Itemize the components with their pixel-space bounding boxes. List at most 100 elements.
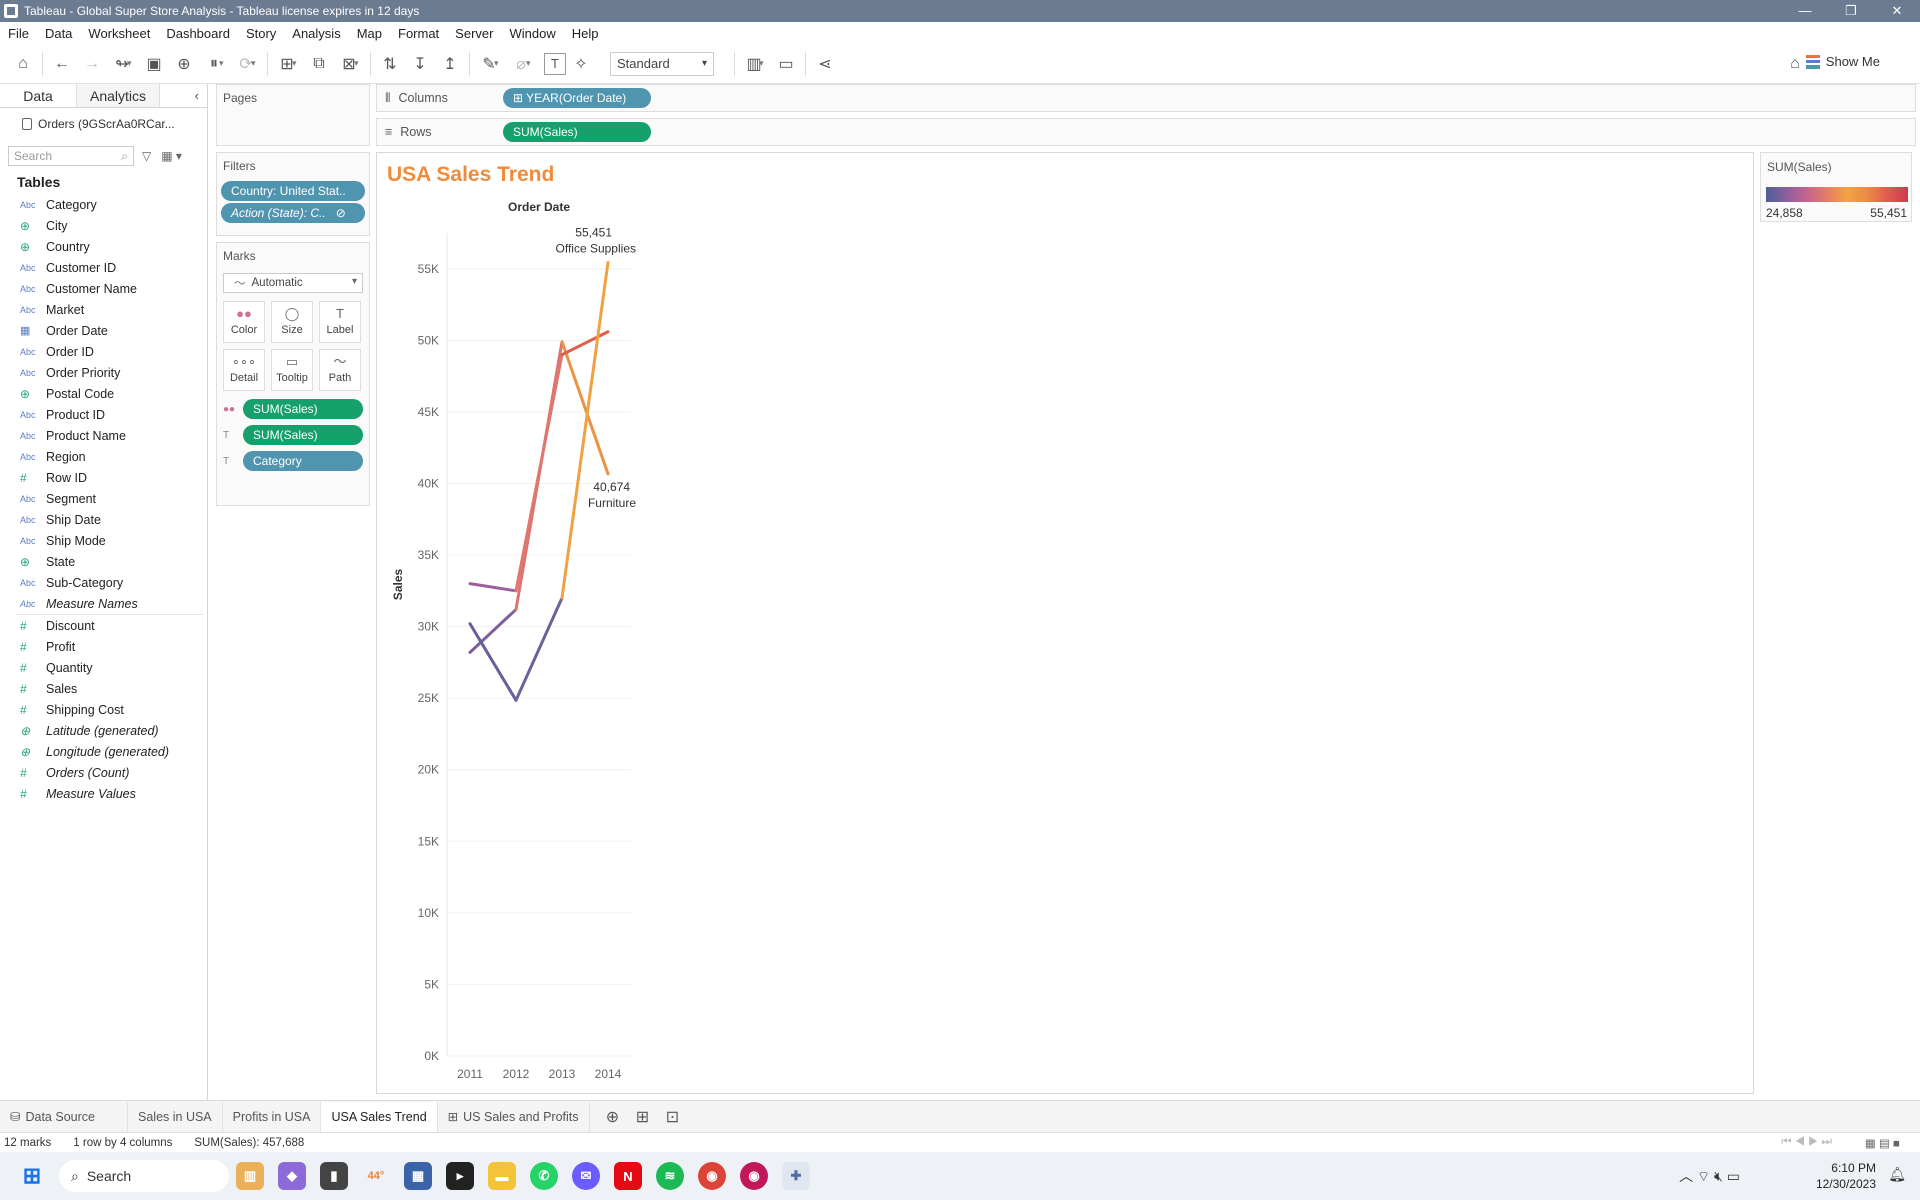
chrome-icon[interactable]: ◉ xyxy=(698,1162,726,1190)
restore-icon[interactable]: ❐ xyxy=(1828,0,1874,22)
filter-fields-icon[interactable]: ▽ xyxy=(142,149,151,163)
mark-pill-category[interactable]: T Category xyxy=(223,449,363,473)
size-button[interactable]: ◯ Size xyxy=(271,301,313,343)
messenger-icon[interactable]: ✉ xyxy=(572,1162,600,1190)
field-item[interactable]: Abc Measure Names xyxy=(0,593,207,614)
pages-card[interactable]: Pages xyxy=(216,84,370,146)
field-item[interactable]: ⊕ Latitude (generated) xyxy=(0,720,207,741)
swap-rows-columns-icon[interactable]: ⇅ xyxy=(375,49,405,79)
new-worksheet-tab-icon[interactable]: ⊕ xyxy=(598,1102,628,1132)
field-item[interactable]: # Shipping Cost xyxy=(0,699,207,720)
field-item[interactable]: # Orders (Count) xyxy=(0,762,207,783)
field-item[interactable]: # Discount xyxy=(0,615,207,636)
field-item[interactable]: # Measure Values xyxy=(0,783,207,804)
save-icon[interactable]: ▣ xyxy=(139,49,169,79)
menu-server[interactable]: Server xyxy=(447,26,501,41)
chrome-profile-icon[interactable]: ◉ xyxy=(740,1162,768,1190)
presentation-mode-icon[interactable]: ▭ xyxy=(771,49,801,79)
chevron-down-icon[interactable]: ▾ xyxy=(219,58,231,69)
field-item[interactable]: Abc Order Priority xyxy=(0,362,207,383)
color-pill[interactable]: SUM(Sales) xyxy=(243,399,363,419)
field-item[interactable]: Abc Sub-Category xyxy=(0,572,207,593)
chevron-down-icon[interactable]: ▾ xyxy=(127,58,139,69)
duplicate-sheet-icon[interactable]: ⧉ xyxy=(304,49,334,79)
field-search-input[interactable]: Search ⌕ xyxy=(8,146,134,166)
field-item[interactable]: Abc Ship Date xyxy=(0,509,207,530)
close-icon[interactable]: ✕ xyxy=(1874,0,1920,22)
whatsapp-icon[interactable]: ✆ xyxy=(530,1162,558,1190)
field-item[interactable]: Abc Customer Name xyxy=(0,278,207,299)
file-explorer-icon[interactable]: ▬ xyxy=(488,1162,516,1190)
label-button[interactable]: T Label xyxy=(319,301,361,343)
sort-descending-icon[interactable]: ↥ xyxy=(435,49,465,79)
field-item[interactable]: ⊕ State xyxy=(0,551,207,572)
mark-pill-label[interactable]: T SUM(Sales) xyxy=(223,423,363,447)
field-item[interactable]: Abc Customer ID xyxy=(0,257,207,278)
new-datasource-icon[interactable]: ⊕ xyxy=(169,49,199,79)
field-item[interactable]: Abc Segment xyxy=(0,488,207,509)
field-item[interactable]: ⊕ City xyxy=(0,215,207,236)
redo-icon[interactable]: → xyxy=(77,49,107,79)
widgets-icon[interactable]: ▥ xyxy=(236,1162,264,1190)
menu-worksheet[interactable]: Worksheet xyxy=(80,26,158,41)
calculator-icon[interactable]: ▦ xyxy=(404,1162,432,1190)
label-pill[interactable]: SUM(Sales) xyxy=(243,425,363,445)
terminal-icon[interactable]: ▸ xyxy=(446,1162,474,1190)
color-legend[interactable]: SUM(Sales) 24,858 55,451 xyxy=(1760,152,1912,222)
field-item[interactable]: # Quantity xyxy=(0,657,207,678)
file-icon[interactable]: ▮ xyxy=(320,1162,348,1190)
rows-pill[interactable]: SUM(Sales) xyxy=(503,122,651,142)
path-button[interactable]: 〜 Path xyxy=(319,349,361,391)
tab-usa-sales-trend[interactable]: USA Sales Trend xyxy=(321,1101,438,1132)
chevron-down-icon[interactable]: ▾ xyxy=(494,58,506,69)
filter-pill-action-state[interactable]: Action (State): C.. ⊘ xyxy=(221,203,365,223)
chevron-down-icon[interactable]: ▾ xyxy=(526,58,538,69)
category-pill[interactable]: Category xyxy=(243,451,363,471)
menu-window[interactable]: Window xyxy=(501,26,563,41)
field-item[interactable]: Abc Market xyxy=(0,299,207,320)
notification-icon[interactable]: 🔔︎ xyxy=(1888,1166,1906,1183)
chevron-down-icon[interactable]: ▾ xyxy=(759,58,771,69)
columns-shelf[interactable]: ⦀ Columns ⊞ YEAR(Order Date) xyxy=(376,84,1916,112)
tab-analytics[interactable]: Analytics xyxy=(76,84,160,107)
sheet-view-icon[interactable]: ▦ ▤ ■ xyxy=(1865,1136,1900,1150)
tab-profits-in-usa[interactable]: Profits in USA xyxy=(223,1101,322,1132)
collapse-panel-icon[interactable]: ‹ xyxy=(195,88,199,103)
copilot-icon[interactable]: ◆ xyxy=(278,1162,306,1190)
show-mark-labels-icon[interactable]: T xyxy=(544,52,566,75)
sheet-nav-icon[interactable]: ⏮ ◀ ▶ ⏭ xyxy=(1781,1136,1832,1149)
field-item[interactable]: # Row ID xyxy=(0,467,207,488)
share-icon[interactable]: ⋖ xyxy=(810,49,840,79)
rows-shelf[interactable]: ≡ Rows SUM(Sales) xyxy=(376,118,1916,146)
datasource-item[interactable]: Orders (9GScrAa0RCar... xyxy=(0,112,207,136)
menu-data[interactable]: Data xyxy=(37,26,80,41)
tab-sales-in-usa[interactable]: Sales in USA xyxy=(128,1101,223,1132)
field-item[interactable]: # Profit xyxy=(0,636,207,657)
tab-data[interactable]: Data xyxy=(0,84,76,107)
filter-pill-country[interactable]: Country: United Stat.. xyxy=(221,181,365,201)
tab-data-source[interactable]: ⛁ Data Source xyxy=(0,1101,128,1132)
view-options-icon[interactable]: ▦ ▾ xyxy=(161,149,182,163)
field-item[interactable]: ⊕ Postal Code xyxy=(0,383,207,404)
menu-file[interactable]: File xyxy=(0,26,37,41)
show-me-button[interactable]: Show Me xyxy=(1805,54,1880,69)
field-item[interactable]: ⊕ Longitude (generated) xyxy=(0,741,207,762)
minimize-icon[interactable]: — xyxy=(1782,0,1828,22)
field-item[interactable]: # Sales xyxy=(0,678,207,699)
field-item[interactable]: Abc Order ID xyxy=(0,341,207,362)
windows-start-icon[interactable]: ⊞ xyxy=(18,1162,46,1190)
field-item[interactable]: Abc Product ID xyxy=(0,404,207,425)
menu-story[interactable]: Story xyxy=(238,26,284,41)
clock[interactable]: 6:10 PM 12/30/2023 xyxy=(1816,1160,1876,1192)
mark-pill-color[interactable]: ●● SUM(Sales) xyxy=(223,397,363,421)
home-icon[interactable]: ⌂ xyxy=(8,49,38,79)
new-dashboard-tab-icon[interactable]: ⊞ xyxy=(628,1102,658,1132)
fit-select[interactable]: Standard ▾ xyxy=(610,51,714,76)
system-tray-icons[interactable]: ︿ ⌔ 🔇︎ ▭ xyxy=(1679,1166,1740,1186)
tab-us-sales-and-profits[interactable]: ⊞ US Sales and Profits xyxy=(438,1101,590,1132)
tableau-taskbar-icon[interactable]: ✚ xyxy=(782,1162,810,1190)
columns-pill[interactable]: ⊞ YEAR(Order Date) xyxy=(503,88,651,108)
color-button[interactable]: ●● Color xyxy=(223,301,265,343)
taskbar-search[interactable]: ⌕ Search xyxy=(59,1160,229,1192)
new-story-tab-icon[interactable]: ⊡ xyxy=(658,1102,688,1132)
